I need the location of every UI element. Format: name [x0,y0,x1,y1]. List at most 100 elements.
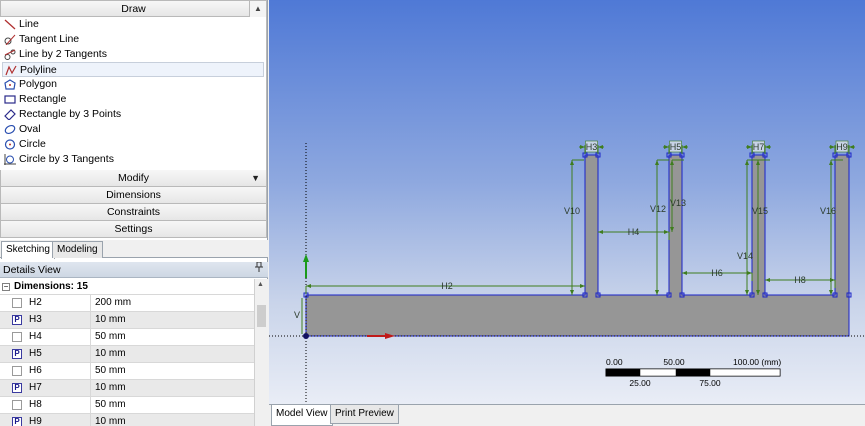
toolbox-panel: Draw ▲ Line Tangent Line Line by 2 Tangent… [0,0,268,426]
property-row[interactable]: H8 50 mm [0,397,254,414]
gap-label: H4 [628,227,640,237]
constraints-section-header[interactable]: Constraints [0,204,267,221]
tool-circle-3-tangents[interactable]: Circle by 3 Tangents [0,152,266,167]
tool-polygon[interactable]: Polygon [0,77,266,92]
gap-arrow [682,271,687,275]
property-value[interactable]: 50 mm [95,363,126,379]
tool-line[interactable]: Line [0,17,266,32]
pin-icon[interactable] [255,261,263,278]
height-label: V14 [737,251,753,261]
property-row[interactable]: P H7 10 mm [0,380,254,397]
parameter-checkbox-checked[interactable]: P [12,315,22,325]
polyline-icon [5,65,17,76]
scroll-thumb[interactable] [257,305,266,327]
tool-tangent-line[interactable]: Tangent Line [0,32,266,47]
tab-model-view[interactable]: Model View [271,405,333,426]
height-label: V10 [564,206,580,216]
graphics-viewport[interactable]: H2 H3 H5 H7 H9 H4 H6 H8 V10 V12 V13 V14 V15 V16 V 0.00 5… [269,0,865,404]
property-value[interactable]: 200 mm [95,295,131,311]
sketch-canvas[interactable]: H2 H3 H5 H7 H9 H4 H6 H8 V10 V12 V13 V14 V15 V16 V 0.00 5… [269,0,865,404]
parameter-checkbox[interactable] [12,366,22,376]
property-value[interactable]: 10 mm [95,346,126,362]
width-label: H3 [586,142,598,152]
tab-print-preview[interactable]: Print Preview [330,405,399,424]
draw-section-header[interactable]: Draw ▲ [0,0,267,17]
v-label: V [294,310,300,320]
tool-label: Tangent Line [19,33,80,45]
tab-modeling[interactable]: Modeling [52,241,103,258]
property-value[interactable]: 10 mm [95,312,126,328]
h2-arrow-left [306,284,311,288]
group-label: Dimensions: 15 [14,281,88,292]
column-divider [90,363,91,379]
property-value[interactable]: 50 mm [95,397,126,413]
dimensions-group-row[interactable]: − Dimensions: 15 [0,279,268,295]
chevron-down-icon[interactable]: ▼ [251,170,260,186]
height-arrow [745,290,749,295]
parameter-checkbox[interactable] [12,298,22,308]
settings-header-label: Settings [114,223,153,235]
modify-header-label: Modify [118,172,149,184]
polygon-icon [4,79,16,90]
width-label: H5 [670,142,682,152]
tool-oval[interactable]: Oval [0,122,266,137]
property-name: H5 [29,348,42,359]
parameter-checkbox-checked[interactable]: P [12,349,22,359]
scroll-up-icon[interactable]: ▲ [249,1,266,17]
property-value[interactable]: 10 mm [95,380,126,396]
property-name: H8 [29,399,42,410]
property-name: H6 [29,365,42,376]
property-rows: H2 200 mm P H3 10 mm H4 50 mm P H5 10 mm H6 50 mm P H… [0,295,268,426]
column-divider [90,329,91,345]
height-label: V12 [650,204,666,214]
height-arrow [655,160,659,165]
column-divider [90,414,91,426]
scale-bar-segment [606,369,640,376]
tab-sketching[interactable]: Sketching [1,241,55,259]
tool-label: Line by 2 Tangents [19,48,107,60]
property-value[interactable]: 50 mm [95,329,126,345]
tool-label: Rectangle by 3 Points [19,108,122,120]
scale-tick-label: 25.00 [629,378,651,388]
width-arrow [747,145,752,149]
property-value[interactable]: 10 mm [95,414,126,426]
property-row[interactable]: H2 200 mm [0,295,254,312]
modify-section-header[interactable]: Modify ▼ [0,170,267,187]
property-row[interactable]: P H5 10 mm [0,346,254,363]
column-divider [90,397,91,413]
tool-label: Circle [19,138,46,150]
column-divider [90,312,91,328]
scale-bar-segment [639,368,677,377]
property-row[interactable]: H4 50 mm [0,329,254,346]
property-row[interactable]: P H3 10 mm [0,312,254,329]
width-arrow [664,145,669,149]
tool-label: Oval [19,123,41,135]
line-by-2-tangents-icon [4,49,16,60]
oval-icon [4,124,16,135]
height-arrow [570,290,574,295]
column-divider [90,295,91,311]
circle-icon [4,139,16,150]
details-scrollbar[interactable]: ▲ [254,279,268,426]
property-row[interactable]: H6 50 mm [0,363,254,380]
parameter-checkbox[interactable] [12,332,22,342]
tool-polyline[interactable]: Polyline [2,62,264,77]
parameter-checkbox-checked[interactable]: P [12,417,22,426]
details-view-title: Details View [3,264,61,276]
tool-circle[interactable]: Circle [0,137,266,152]
dimensions-section-header[interactable]: Dimensions [0,187,267,204]
property-row[interactable]: P H9 10 mm [0,414,254,426]
parameter-checkbox[interactable] [12,400,22,410]
tool-rectangle-3-points[interactable]: Rectangle by 3 Points [0,107,266,122]
height-arrow [655,290,659,295]
collapse-icon[interactable]: − [2,283,10,291]
settings-section-header[interactable]: Settings [0,221,267,238]
tool-line-by-2-tangents[interactable]: Line by 2 Tangents [0,47,266,62]
draw-tool-list: Line Tangent Line Line by 2 Tangents Polyli… [0,17,267,170]
height-arrow [829,290,833,295]
tool-rectangle[interactable]: Rectangle [0,92,266,107]
parameter-checkbox-checked[interactable]: P [12,383,22,393]
height-label: V13 [670,198,686,208]
scroll-up-arrow-icon[interactable]: ▲ [257,281,264,288]
property-name: H3 [29,314,42,325]
